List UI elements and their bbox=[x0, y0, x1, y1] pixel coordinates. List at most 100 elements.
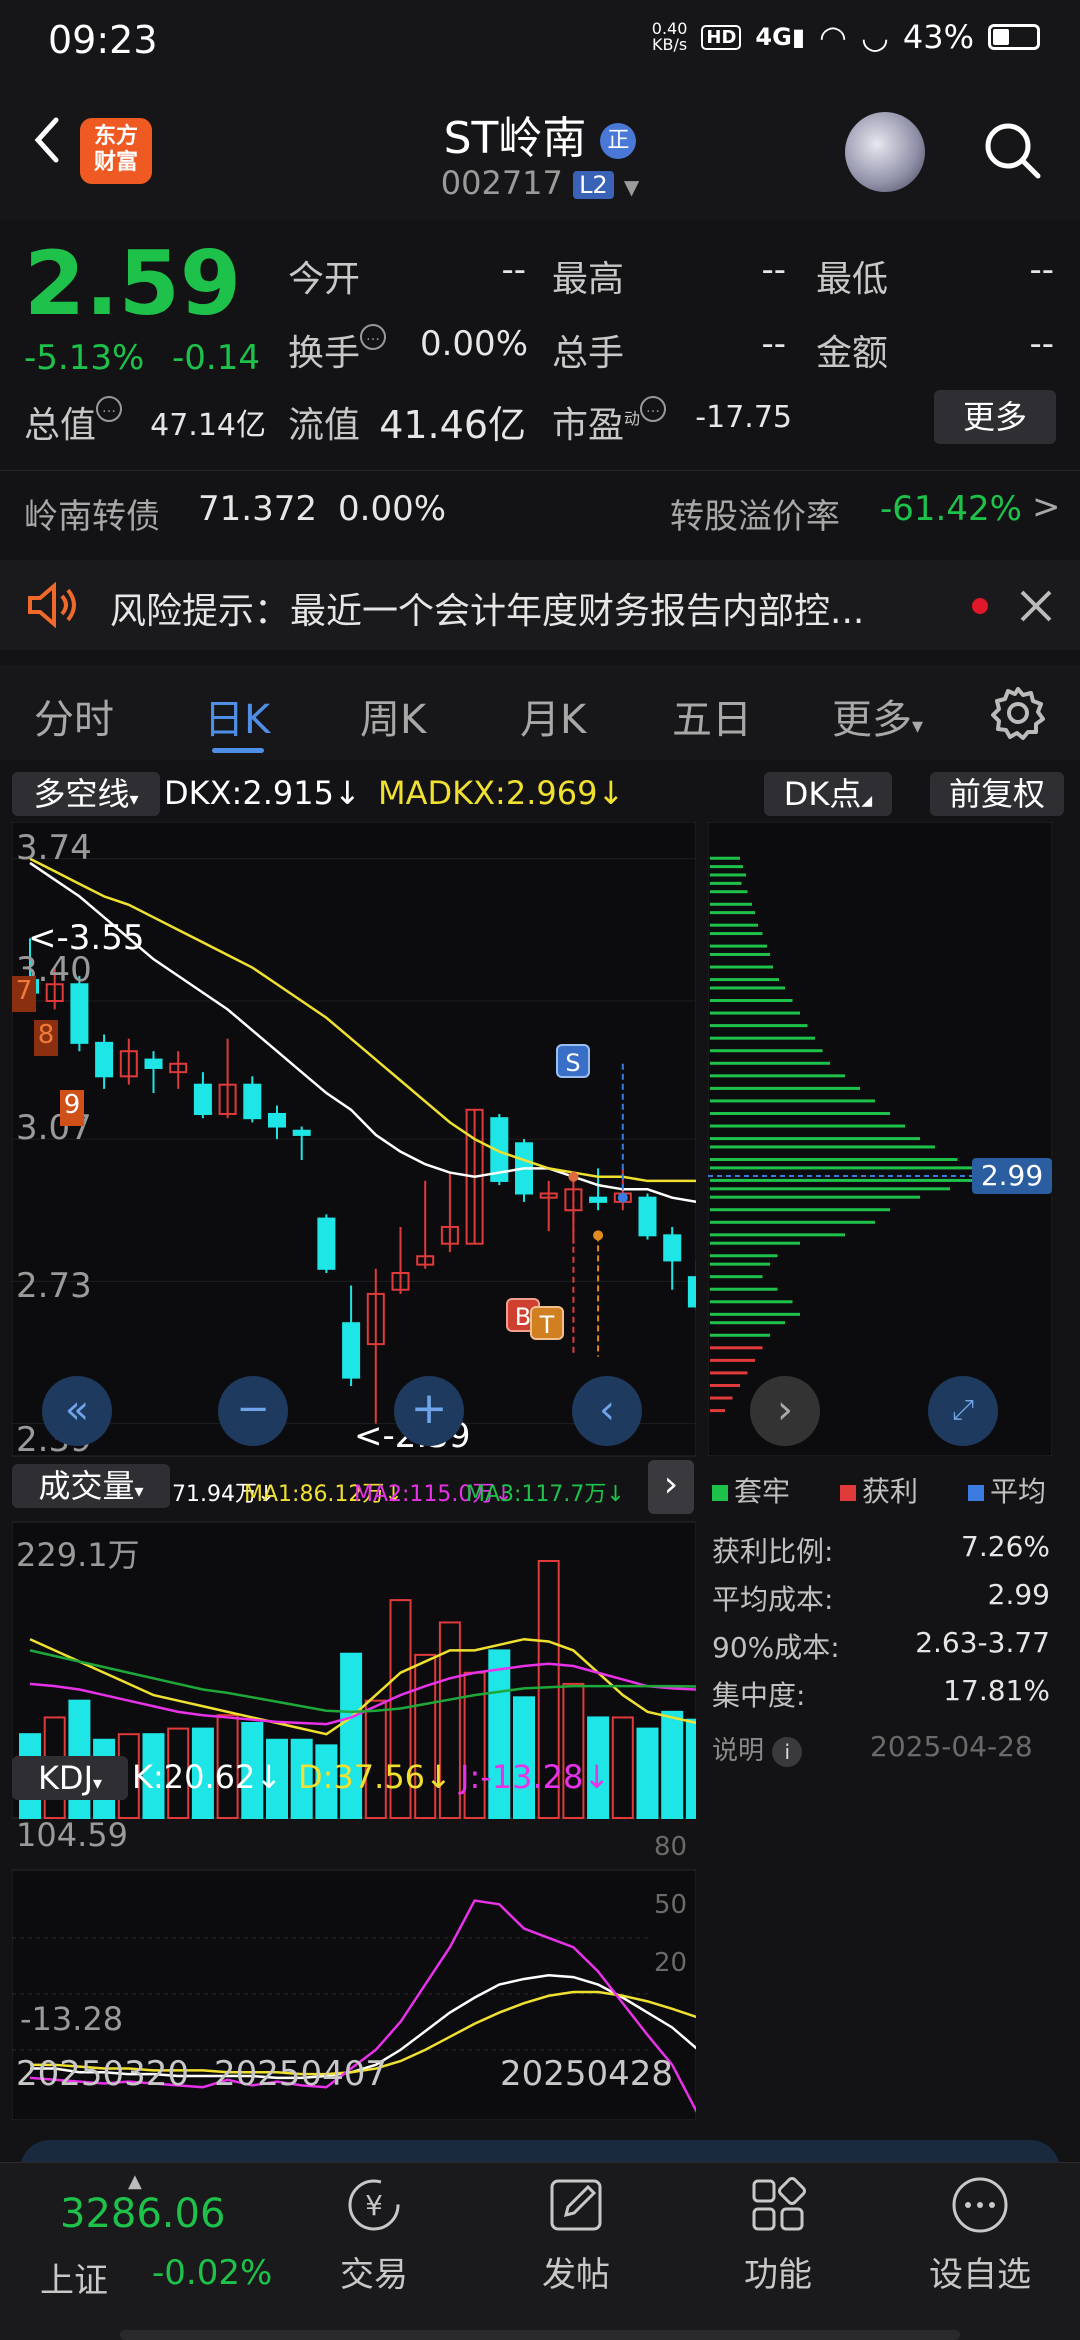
avg-cost-value: 2.99 bbox=[987, 1578, 1050, 1611]
volume-bar bbox=[636, 1727, 659, 1820]
signal-number: 9 bbox=[60, 1090, 84, 1126]
t-signal-badge[interactable]: T bbox=[530, 1306, 564, 1340]
high-label: 最高 bbox=[552, 259, 625, 300]
tab-five-day[interactable]: 五日 bbox=[672, 687, 752, 745]
step-left-button[interactable]: ‹ bbox=[572, 1376, 642, 1446]
pe-value: -17.75 bbox=[695, 400, 792, 435]
y-axis-label: 3.74 bbox=[16, 828, 92, 868]
fullscreen-icon[interactable]: ⤢ bbox=[928, 1376, 998, 1446]
edit-icon bbox=[550, 2179, 602, 2231]
last-price: 2.59 bbox=[24, 232, 242, 335]
low-label: 最低 bbox=[816, 259, 889, 300]
cost-90-label: 90%成本: bbox=[712, 1631, 840, 1664]
header: 东方 财富 ST岭南 正 002717 L2 ▼ bbox=[0, 80, 1080, 220]
info-icon[interactable]: … bbox=[640, 396, 667, 422]
rewind-button[interactable]: « bbox=[42, 1376, 112, 1446]
change-amount: -0.14 bbox=[172, 338, 260, 378]
zoom-out-button[interactable]: − bbox=[218, 1376, 288, 1446]
signal-number: 7 bbox=[12, 976, 36, 1012]
chip-bar bbox=[710, 1137, 920, 1141]
indicator-dropdown[interactable]: 多空线▾ bbox=[12, 772, 160, 816]
step-right-button[interactable]: › bbox=[750, 1376, 820, 1446]
chip-bar bbox=[710, 1275, 763, 1279]
chip-bar bbox=[710, 1166, 1010, 1170]
chip-bar bbox=[710, 873, 746, 877]
tab-daily-k[interactable]: 日K bbox=[204, 687, 270, 745]
risk-banner[interactable]: 风险提示：最近一个会计年度财务报告内部控... bbox=[0, 560, 1080, 650]
candle-body bbox=[95, 1041, 114, 1078]
chip-bar bbox=[710, 1241, 800, 1245]
stock-code: 002717 bbox=[440, 164, 563, 202]
tab-intraday[interactable]: 分时 bbox=[34, 687, 114, 745]
tab-weekly-k[interactable]: 周K bbox=[360, 687, 426, 745]
x-axis-label: 20250407 bbox=[214, 2054, 388, 2094]
chip-bar bbox=[710, 1024, 808, 1028]
chip-bar bbox=[710, 1346, 763, 1350]
premium-label: 转股溢价率 bbox=[670, 497, 840, 537]
high-value: -- bbox=[761, 250, 786, 290]
chip-bar bbox=[710, 1312, 800, 1316]
tab-monthly-k[interactable]: 月K bbox=[520, 687, 586, 745]
candle-body bbox=[268, 1112, 286, 1128]
chip-distribution-chart[interactable] bbox=[708, 822, 1052, 1456]
chip-bar bbox=[710, 1220, 875, 1224]
level2-badge: L2 bbox=[573, 171, 614, 199]
kdj-j: J:-13.28↓ bbox=[460, 1758, 611, 1796]
battery-percent: 43% bbox=[902, 18, 974, 56]
chevron-up-icon[interactable]: ▲ bbox=[128, 2171, 142, 2192]
chip-bar bbox=[710, 1099, 875, 1103]
kdj-indicator-dropdown[interactable]: KDJ▾ bbox=[12, 1756, 128, 1800]
sell-signal-badge[interactable]: S bbox=[556, 1044, 590, 1078]
cost-90-value: 2.63-3.77 bbox=[915, 1626, 1050, 1659]
volume-indicator-dropdown[interactable]: 成交量▾ bbox=[12, 1464, 170, 1508]
kdj-max-label: 104.59 bbox=[16, 1816, 128, 1854]
kdj-level: 50 bbox=[654, 1890, 688, 1920]
tab-more[interactable]: 更多▾ bbox=[832, 687, 923, 745]
nav-add-watchlist[interactable]: 设自选 bbox=[900, 2173, 1060, 2296]
info-icon[interactable]: … bbox=[96, 396, 123, 422]
more-button[interactable]: 更多 bbox=[934, 390, 1056, 444]
close-icon[interactable] bbox=[1018, 588, 1054, 624]
search-icon[interactable] bbox=[980, 118, 1044, 182]
expand-right-button[interactable]: › bbox=[648, 1460, 694, 1514]
legend-average: 平均 bbox=[968, 1470, 1046, 1510]
chip-bar bbox=[710, 1074, 845, 1078]
nav-post[interactable]: 发帖 bbox=[496, 2173, 656, 2296]
adjust-button[interactable]: 前复权 bbox=[930, 772, 1064, 816]
speaker-icon bbox=[28, 582, 76, 628]
open-value: -- bbox=[501, 250, 526, 290]
unread-dot bbox=[972, 598, 988, 614]
help-link[interactable]: 说明 i bbox=[712, 1730, 803, 1767]
signal-number: 8 bbox=[34, 1020, 58, 1056]
legend-profit: 获利 bbox=[840, 1470, 918, 1510]
chip-bar bbox=[710, 1333, 770, 1337]
index-value[interactable]: 3286.06 bbox=[60, 2191, 225, 2237]
chip-bar bbox=[710, 902, 752, 906]
network-speed: 0.40 KB/s bbox=[651, 19, 688, 54]
nav-trade[interactable]: ¥ 交易 bbox=[294, 2173, 454, 2296]
bond-pct: 0.00% bbox=[338, 489, 447, 529]
chip-bar bbox=[710, 999, 793, 1003]
profit-ratio-value: 7.26% bbox=[961, 1530, 1050, 1563]
robot-avatar[interactable] bbox=[845, 112, 925, 192]
chevron-down-icon: ▼ bbox=[623, 175, 640, 199]
volume-ma3: MA3:117.7万↓ bbox=[466, 1482, 625, 1507]
gear-icon[interactable] bbox=[990, 685, 1046, 741]
chip-bar bbox=[710, 1383, 740, 1387]
chip-bar bbox=[710, 1178, 980, 1182]
info-icon[interactable]: … bbox=[360, 324, 387, 350]
chip-bar bbox=[710, 856, 740, 860]
wifi-icon-2: ◡ bbox=[860, 18, 889, 56]
signal-icon: 4G▮ bbox=[755, 23, 806, 51]
nav-functions[interactable]: 功能 bbox=[698, 2173, 858, 2296]
candle-body bbox=[589, 1196, 608, 1203]
chip-bar bbox=[710, 1086, 860, 1090]
candle-body bbox=[687, 1276, 696, 1308]
chip-bar bbox=[710, 1371, 748, 1375]
convertible-bond-row[interactable]: 岭南转债 71.372 0.00% 转股溢价率 -61.42% > bbox=[0, 470, 1080, 550]
candle-body bbox=[663, 1234, 682, 1262]
chip-bar bbox=[710, 1208, 890, 1212]
zoom-in-button[interactable]: + bbox=[394, 1376, 464, 1446]
dk-point-button[interactable]: DK点◢ bbox=[764, 772, 892, 816]
float-cap-label: 流值 bbox=[288, 405, 361, 446]
